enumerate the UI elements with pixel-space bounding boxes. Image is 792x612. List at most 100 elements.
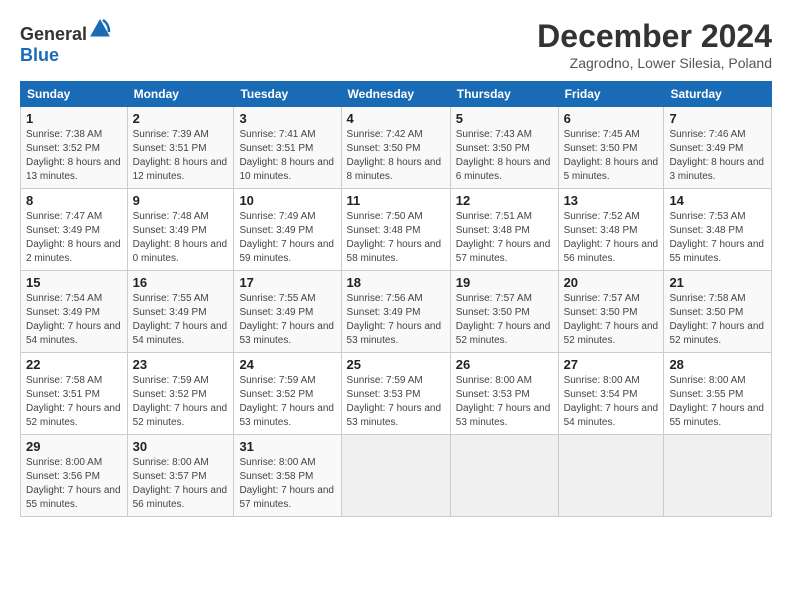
table-row: 12 Sunrise: 7:51 AMSunset: 3:48 PMDaylig… <box>450 189 558 271</box>
day-info: Sunrise: 7:48 AMSunset: 3:49 PMDaylight:… <box>133 211 228 264</box>
day-info: Sunrise: 8:00 AMSunset: 3:56 PMDaylight:… <box>26 457 121 510</box>
table-row: 2 Sunrise: 7:39 AMSunset: 3:51 PMDayligh… <box>127 107 234 189</box>
col-sunday: Sunday <box>21 82 128 107</box>
day-info: Sunrise: 7:42 AMSunset: 3:50 PMDaylight:… <box>347 129 442 182</box>
table-row: 21 Sunrise: 7:58 AMSunset: 3:50 PMDaylig… <box>664 271 772 353</box>
day-number: 17 <box>239 275 335 290</box>
table-row: 1 Sunrise: 7:38 AMSunset: 3:52 PMDayligh… <box>21 107 128 189</box>
calendar-row: 8 Sunrise: 7:47 AMSunset: 3:49 PMDayligh… <box>21 189 772 271</box>
header: General Blue December 2024 Zagrodno, Low… <box>20 18 772 71</box>
day-info: Sunrise: 8:00 AMSunset: 3:55 PMDaylight:… <box>669 375 764 428</box>
table-row: 14 Sunrise: 7:53 AMSunset: 3:48 PMDaylig… <box>664 189 772 271</box>
logo: General Blue <box>20 18 111 66</box>
day-number: 30 <box>133 439 229 454</box>
table-row: 4 Sunrise: 7:42 AMSunset: 3:50 PMDayligh… <box>341 107 450 189</box>
table-row: 30 Sunrise: 8:00 AMSunset: 3:57 PMDaylig… <box>127 435 234 517</box>
day-info: Sunrise: 7:55 AMSunset: 3:49 PMDaylight:… <box>239 293 334 346</box>
day-number: 14 <box>669 193 766 208</box>
day-info: Sunrise: 7:59 AMSunset: 3:52 PMDaylight:… <box>239 375 334 428</box>
table-row: 24 Sunrise: 7:59 AMSunset: 3:52 PMDaylig… <box>234 353 341 435</box>
col-thursday: Thursday <box>450 82 558 107</box>
table-row: 10 Sunrise: 7:49 AMSunset: 3:49 PMDaylig… <box>234 189 341 271</box>
day-info: Sunrise: 7:59 AMSunset: 3:52 PMDaylight:… <box>133 375 228 428</box>
logo-general: General <box>20 24 87 44</box>
logo-icon <box>89 18 111 40</box>
calendar-row: 22 Sunrise: 7:58 AMSunset: 3:51 PMDaylig… <box>21 353 772 435</box>
day-info: Sunrise: 7:47 AMSunset: 3:49 PMDaylight:… <box>26 211 121 264</box>
table-row: 17 Sunrise: 7:55 AMSunset: 3:49 PMDaylig… <box>234 271 341 353</box>
col-tuesday: Tuesday <box>234 82 341 107</box>
title-area: December 2024 Zagrodno, Lower Silesia, P… <box>537 18 772 71</box>
day-number: 27 <box>564 357 659 372</box>
day-number: 7 <box>669 111 766 126</box>
day-number: 18 <box>347 275 445 290</box>
day-info: Sunrise: 7:56 AMSunset: 3:49 PMDaylight:… <box>347 293 442 346</box>
day-info: Sunrise: 7:58 AMSunset: 3:50 PMDaylight:… <box>669 293 764 346</box>
col-monday: Monday <box>127 82 234 107</box>
day-number: 28 <box>669 357 766 372</box>
calendar: Sunday Monday Tuesday Wednesday Thursday… <box>20 81 772 517</box>
day-info: Sunrise: 7:57 AMSunset: 3:50 PMDaylight:… <box>456 293 551 346</box>
day-info: Sunrise: 7:49 AMSunset: 3:49 PMDaylight:… <box>239 211 334 264</box>
day-number: 22 <box>26 357 122 372</box>
day-info: Sunrise: 7:57 AMSunset: 3:50 PMDaylight:… <box>564 293 659 346</box>
day-info: Sunrise: 7:54 AMSunset: 3:49 PMDaylight:… <box>26 293 121 346</box>
calendar-header-row: Sunday Monday Tuesday Wednesday Thursday… <box>21 82 772 107</box>
table-row: 31 Sunrise: 8:00 AMSunset: 3:58 PMDaylig… <box>234 435 341 517</box>
table-row: 9 Sunrise: 7:48 AMSunset: 3:49 PMDayligh… <box>127 189 234 271</box>
table-row: 29 Sunrise: 8:00 AMSunset: 3:56 PMDaylig… <box>21 435 128 517</box>
calendar-row: 29 Sunrise: 8:00 AMSunset: 3:56 PMDaylig… <box>21 435 772 517</box>
col-wednesday: Wednesday <box>341 82 450 107</box>
table-row <box>558 435 664 517</box>
day-number: 21 <box>669 275 766 290</box>
col-saturday: Saturday <box>664 82 772 107</box>
table-row: 23 Sunrise: 7:59 AMSunset: 3:52 PMDaylig… <box>127 353 234 435</box>
table-row: 15 Sunrise: 7:54 AMSunset: 3:49 PMDaylig… <box>21 271 128 353</box>
table-row <box>664 435 772 517</box>
day-number: 10 <box>239 193 335 208</box>
day-number: 31 <box>239 439 335 454</box>
day-info: Sunrise: 7:55 AMSunset: 3:49 PMDaylight:… <box>133 293 228 346</box>
day-number: 25 <box>347 357 445 372</box>
table-row: 19 Sunrise: 7:57 AMSunset: 3:50 PMDaylig… <box>450 271 558 353</box>
day-info: Sunrise: 7:38 AMSunset: 3:52 PMDaylight:… <box>26 129 121 182</box>
day-info: Sunrise: 7:50 AMSunset: 3:48 PMDaylight:… <box>347 211 442 264</box>
day-number: 12 <box>456 193 553 208</box>
day-number: 24 <box>239 357 335 372</box>
day-number: 16 <box>133 275 229 290</box>
calendar-row: 15 Sunrise: 7:54 AMSunset: 3:49 PMDaylig… <box>21 271 772 353</box>
day-info: Sunrise: 7:58 AMSunset: 3:51 PMDaylight:… <box>26 375 121 428</box>
table-row: 11 Sunrise: 7:50 AMSunset: 3:48 PMDaylig… <box>341 189 450 271</box>
logo-blue: Blue <box>20 45 59 65</box>
calendar-row: 1 Sunrise: 7:38 AMSunset: 3:52 PMDayligh… <box>21 107 772 189</box>
day-info: Sunrise: 7:53 AMSunset: 3:48 PMDaylight:… <box>669 211 764 264</box>
table-row <box>450 435 558 517</box>
day-info: Sunrise: 7:41 AMSunset: 3:51 PMDaylight:… <box>239 129 334 182</box>
day-info: Sunrise: 8:00 AMSunset: 3:53 PMDaylight:… <box>456 375 551 428</box>
col-friday: Friday <box>558 82 664 107</box>
month-title: December 2024 <box>537 18 772 55</box>
day-info: Sunrise: 8:00 AMSunset: 3:57 PMDaylight:… <box>133 457 228 510</box>
table-row: 8 Sunrise: 7:47 AMSunset: 3:49 PMDayligh… <box>21 189 128 271</box>
table-row: 25 Sunrise: 7:59 AMSunset: 3:53 PMDaylig… <box>341 353 450 435</box>
day-info: Sunrise: 7:43 AMSunset: 3:50 PMDaylight:… <box>456 129 551 182</box>
day-number: 15 <box>26 275 122 290</box>
day-info: Sunrise: 7:45 AMSunset: 3:50 PMDaylight:… <box>564 129 659 182</box>
table-row: 22 Sunrise: 7:58 AMSunset: 3:51 PMDaylig… <box>21 353 128 435</box>
table-row: 13 Sunrise: 7:52 AMSunset: 3:48 PMDaylig… <box>558 189 664 271</box>
table-row: 7 Sunrise: 7:46 AMSunset: 3:49 PMDayligh… <box>664 107 772 189</box>
day-number: 3 <box>239 111 335 126</box>
day-number: 4 <box>347 111 445 126</box>
day-number: 9 <box>133 193 229 208</box>
day-info: Sunrise: 7:51 AMSunset: 3:48 PMDaylight:… <box>456 211 551 264</box>
location-title: Zagrodno, Lower Silesia, Poland <box>537 55 772 71</box>
day-info: Sunrise: 7:39 AMSunset: 3:51 PMDaylight:… <box>133 129 228 182</box>
day-number: 6 <box>564 111 659 126</box>
page: General Blue December 2024 Zagrodno, Low… <box>0 0 792 529</box>
day-number: 1 <box>26 111 122 126</box>
day-info: Sunrise: 7:46 AMSunset: 3:49 PMDaylight:… <box>669 129 764 182</box>
day-number: 19 <box>456 275 553 290</box>
table-row: 16 Sunrise: 7:55 AMSunset: 3:49 PMDaylig… <box>127 271 234 353</box>
table-row <box>341 435 450 517</box>
day-number: 23 <box>133 357 229 372</box>
